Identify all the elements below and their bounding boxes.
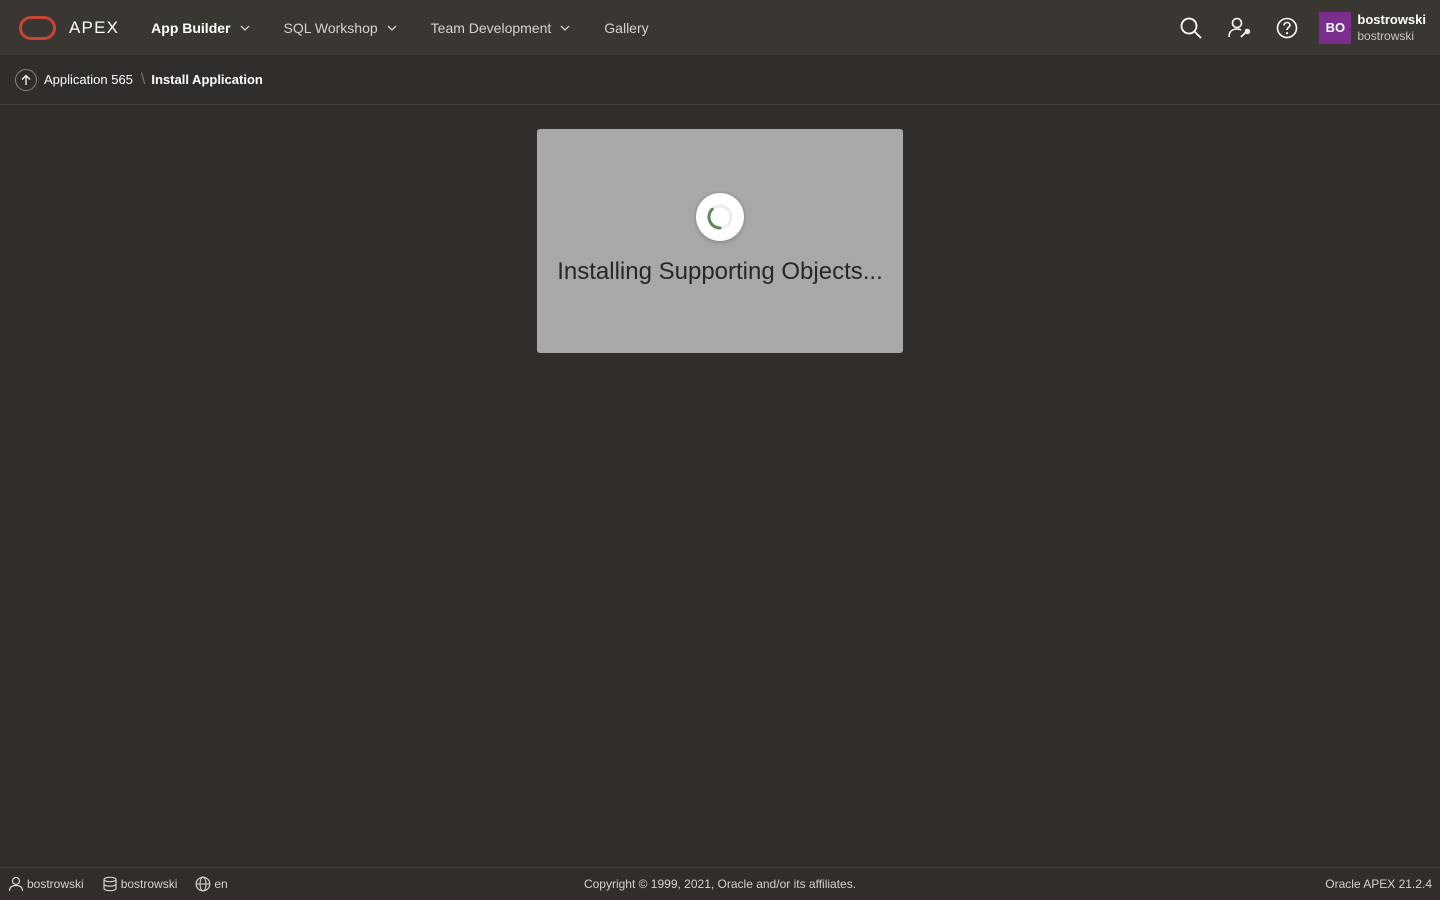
- user-names: bostrowski bostrowski: [1357, 12, 1426, 44]
- globe-icon: [195, 876, 211, 892]
- top-navigation-bar: APEX App Builder SQL Workshop Team Devel…: [0, 0, 1440, 55]
- footer-user[interactable]: bostrowski: [8, 876, 84, 892]
- footer-workspace-label: bostrowski: [120, 877, 178, 891]
- user-menu[interactable]: BO bostrowski bostrowski: [1319, 11, 1426, 44]
- chevron-down-icon: [560, 25, 570, 31]
- footer-user-label: bostrowski: [27, 877, 84, 891]
- nav-gallery[interactable]: Gallery: [604, 0, 648, 55]
- administration-button[interactable]: [1215, 0, 1263, 55]
- spinner-arc-icon: [707, 204, 733, 230]
- nav-team-development-label: Team Development: [430, 19, 552, 36]
- up-level-button[interactable]: [15, 68, 37, 91]
- logo-text: APEX: [69, 17, 120, 37]
- nav-team-development[interactable]: Team Development: [431, 0, 571, 55]
- nav-sql-workshop[interactable]: SQL Workshop: [284, 0, 397, 55]
- breadcrumb-parent-link[interactable]: Application 565: [44, 72, 133, 87]
- version-text: Oracle APEX 21.2.4: [1325, 877, 1432, 891]
- database-icon: [103, 876, 117, 892]
- breadcrumb-separator: \: [140, 70, 146, 88]
- footer-workspace[interactable]: bostrowski: [102, 876, 178, 892]
- loading-spinner-icon: [696, 193, 744, 241]
- help-icon: [1277, 17, 1298, 38]
- nav-app-builder[interactable]: App Builder: [151, 0, 249, 55]
- user-workspace: bostrowski: [1357, 28, 1415, 43]
- search-icon: [1180, 17, 1203, 39]
- avatar: BO: [1319, 11, 1352, 44]
- progress-message: Installing Supporting Objects...: [557, 258, 883, 285]
- install-progress-dialog: Installing Supporting Objects...: [537, 129, 903, 353]
- arrow-up-icon: [21, 74, 31, 85]
- administration-icon: [1228, 17, 1251, 38]
- nav-gallery-label: Gallery: [604, 19, 649, 36]
- header-tools: BO bostrowski bostrowski: [1167, 0, 1440, 55]
- breadcrumb: Application 565 \ Install Application: [0, 55, 1440, 105]
- chevron-down-icon: [387, 25, 397, 31]
- oracle-logo-icon: [19, 15, 56, 40]
- user-name: bostrowski: [1357, 11, 1426, 27]
- apex-logo[interactable]: APEX: [19, 0, 119, 55]
- footer-language-label: en: [214, 877, 228, 891]
- user-icon: [8, 876, 24, 892]
- main-nav: App Builder SQL Workshop Team Developmen…: [151, 0, 682, 55]
- search-button[interactable]: [1167, 0, 1215, 55]
- nav-sql-workshop-label: SQL Workshop: [283, 19, 378, 36]
- help-button[interactable]: [1263, 0, 1311, 55]
- nav-app-builder-label: App Builder: [151, 19, 231, 36]
- breadcrumb-current: Install Application: [151, 72, 263, 87]
- footer: bostrowski bostrowski en Copyright © 199…: [0, 867, 1440, 900]
- footer-language[interactable]: en: [195, 876, 228, 892]
- chevron-down-icon: [240, 25, 249, 31]
